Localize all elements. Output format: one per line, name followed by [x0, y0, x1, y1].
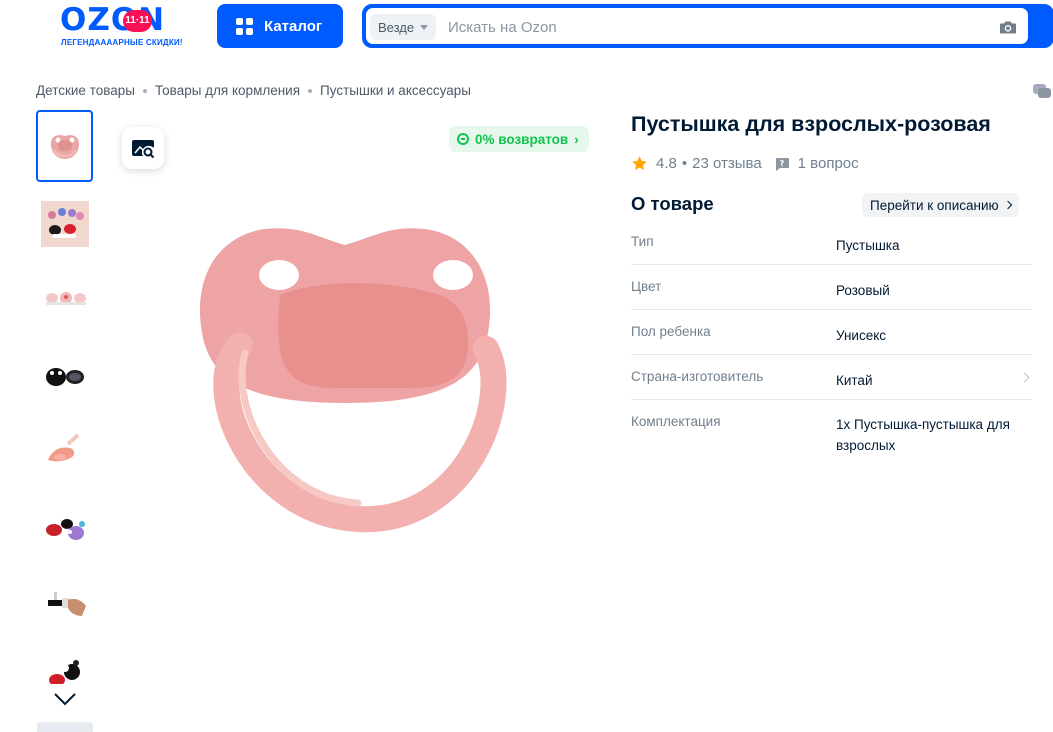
spec-row: Тип Пустышка — [631, 220, 1032, 265]
logo-tagline: ЛЕГЕНДААААРНЫЕ СКИДКИ! — [61, 38, 183, 47]
spec-row: Пол ребенка Унисекс — [631, 310, 1032, 355]
goto-description-button[interactable]: Перейти к описанию — [862, 193, 1019, 217]
spec-value: Пустышка — [836, 238, 900, 253]
product-main-image[interactable] — [180, 215, 510, 545]
grid-icon — [236, 17, 253, 35]
spec-name: Цвет — [631, 279, 662, 294]
breadcrumb-item[interactable]: Товары для кормления — [155, 83, 300, 98]
spec-name: Страна-изготовитель — [631, 369, 764, 384]
reviews-link[interactable]: 23 отзыва — [692, 155, 762, 172]
thumbnail-pacifiers-red-black[interactable] — [36, 644, 93, 684]
rating-value[interactable]: 4.8 — [656, 155, 677, 172]
thumbnail-black-pacifiers[interactable] — [36, 340, 93, 412]
rating-row: 4.8 • 23 отзыва ? 1 вопрос — [631, 155, 859, 172]
thumbnail-pink-pacifier[interactable] — [36, 110, 93, 182]
question-icon: ? — [775, 157, 789, 171]
rating-separator: • — [681, 155, 688, 172]
chat-icon[interactable] — [1031, 82, 1053, 100]
star-icon — [632, 156, 647, 170]
caret-down-icon — [420, 24, 429, 30]
thumbnail-partial[interactable] — [37, 722, 93, 732]
spec-value: Розовый — [836, 283, 890, 298]
catalog-button-label: Каталог — [264, 17, 323, 35]
camera-search-icon[interactable] — [998, 17, 1018, 37]
image-search-icon — [132, 140, 155, 159]
search-scope-dropdown[interactable]: Везде — [370, 14, 437, 40]
site-header: OZON 11·11 ЛЕГЕНДААААРНЫЕ СКИДКИ! Катало… — [0, 0, 1053, 56]
specs-table: Тип Пустышка Цвет Розовый Пол ребенка Ун… — [631, 220, 1032, 460]
spec-row: Страна-изготовитель Китай — [631, 355, 1032, 400]
spec-value: Китай — [836, 373, 873, 388]
thumbnail-pacifier-pair-white[interactable] — [36, 262, 93, 334]
spec-name: Комплектация — [631, 414, 721, 429]
returns-badge-label: 0% возвратов — [475, 131, 569, 147]
breadcrumb: Детские товары Товары для кормления Пуст… — [36, 83, 471, 98]
spec-name: Тип — [631, 234, 654, 249]
spec-row: Комплектация 1х Пустышка-пустышка для вз… — [631, 400, 1032, 460]
thumbnail-pacifiers-red-purple[interactable] — [36, 492, 93, 564]
search-input[interactable] — [448, 16, 968, 38]
questions-link[interactable]: 1 вопрос — [798, 155, 859, 172]
spec-row: Цвет Розовый — [631, 265, 1032, 310]
ozon-logo[interactable]: OZON 11·11 ЛЕГЕНДААААРНЫЕ СКИДКИ! — [60, 2, 194, 50]
search-scope-label: Везде — [378, 19, 415, 35]
breadcrumb-item[interactable]: Пустышки и аксессуары — [320, 83, 471, 98]
catalog-button[interactable]: Каталог — [217, 4, 343, 48]
thumbnail-pacifier-in-hand[interactable] — [36, 566, 93, 638]
chevron-down-icon[interactable] — [52, 689, 78, 709]
returns-icon — [457, 133, 469, 145]
svg-text:?: ? — [779, 159, 784, 168]
breadcrumb-separator — [308, 88, 313, 93]
about-title: О товаре — [631, 193, 714, 214]
spec-name: Пол ребенка — [631, 324, 711, 339]
chevron-right-icon — [1003, 200, 1012, 210]
breadcrumb-separator — [142, 88, 147, 93]
thumbnail-pacifier-set-colored[interactable] — [36, 188, 93, 260]
breadcrumb-item[interactable]: Детские товары — [36, 83, 135, 98]
returns-badge[interactable]: 0% возвратов › — [449, 126, 589, 152]
spec-value: 1х Пустышка-пустышка для взрослых — [836, 417, 1010, 453]
search-field-wrapper: Везде — [366, 8, 1028, 44]
chevron-right-icon: › — [574, 131, 579, 147]
search-bar: Везде — [362, 4, 1053, 48]
find-similar-button[interactable] — [122, 127, 164, 169]
product-title: Пустышка для взрослых-розовая — [631, 112, 991, 136]
logo-sale-badge: 11·11 — [123, 10, 152, 32]
spec-value: Унисекс — [836, 328, 887, 343]
goto-description-label: Перейти к описанию — [870, 197, 999, 213]
thumbnail-pacifier-side-view[interactable] — [36, 414, 93, 486]
